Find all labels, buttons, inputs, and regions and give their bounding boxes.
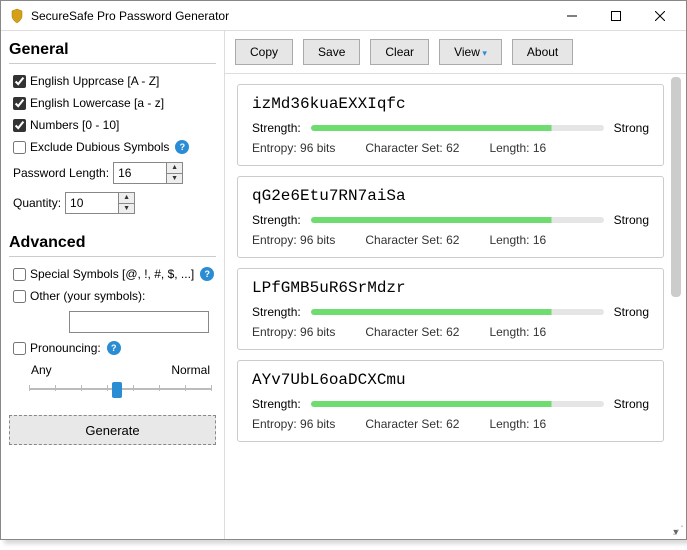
entropy-metric: Entropy: 96 bits	[252, 233, 335, 247]
clear-button[interactable]: Clear	[370, 39, 429, 65]
slider-right-label: Normal	[171, 363, 210, 377]
window-title: SecureSafe Pro Password Generator	[31, 9, 550, 23]
entropy-metric: Entropy: 96 bits	[252, 417, 335, 431]
pronounce-label: Pronouncing:	[30, 341, 101, 355]
length-metric: Length: 16	[489, 233, 546, 247]
other-label: Other (your symbols):	[30, 289, 145, 303]
close-button[interactable]	[638, 2, 682, 30]
password-text[interactable]: LPfGMB5uR6SrMdzr	[252, 279, 649, 297]
options-panel: General English Upprcase [A - Z] English…	[1, 31, 225, 539]
view-button[interactable]: View	[439, 39, 502, 65]
password-card: LPfGMB5uR6SrMdzr Strength: Strong Entropy: …	[237, 268, 664, 350]
pronounce-checkbox[interactable]	[13, 342, 26, 355]
title-bar: SecureSafe Pro Password Generator	[1, 1, 686, 31]
qty-label: Quantity:	[13, 196, 61, 210]
special-checkbox[interactable]	[13, 268, 26, 281]
uppercase-checkbox[interactable]	[13, 75, 26, 88]
maximize-icon	[611, 11, 621, 21]
app-icon	[9, 8, 25, 24]
exclude-label: Exclude Dubious Symbols	[30, 140, 169, 154]
pwlen-up[interactable]: ▲	[167, 163, 182, 174]
scroll-thumb[interactable]	[671, 77, 681, 297]
password-length-field: ▲▼	[113, 162, 183, 184]
help-icon[interactable]: ?	[107, 341, 121, 355]
qty-up[interactable]: ▲	[119, 193, 134, 204]
pronounce-slider-area: Any Normal	[9, 361, 216, 403]
numbers-checkbox[interactable]	[13, 119, 26, 132]
about-button[interactable]: About	[512, 39, 573, 65]
strength-bar	[311, 125, 604, 131]
charset-metric: Character Set: 62	[365, 141, 459, 155]
lowercase-label: English Lowercase [a - z]	[30, 96, 164, 110]
entropy-metric: Entropy: 96 bits	[252, 141, 335, 155]
special-label: Special Symbols [@, !, #, $, ...]	[30, 267, 194, 281]
minimize-icon	[567, 11, 577, 21]
toolbar: Copy Save Clear View About	[225, 31, 686, 74]
strength-label: Strength:	[252, 397, 301, 411]
other-checkbox[interactable]	[13, 290, 26, 303]
results-list: izMd36kuaEXXIqfc Strength: Strong Entropy: …	[225, 74, 686, 539]
strength-bar	[311, 401, 604, 407]
length-metric: Length: 16	[489, 417, 546, 431]
section-general: General	[9, 35, 216, 64]
help-icon[interactable]: ?	[175, 140, 189, 154]
close-icon	[655, 11, 665, 21]
metrics-row: Entropy: 96 bits Character Set: 62 Length:…	[252, 325, 649, 339]
slider-left-label: Any	[31, 363, 52, 377]
strength-label: Strength:	[252, 121, 301, 135]
password-card: AYv7UbL6oaDCXCmu Strength: Strong Entropy: …	[237, 360, 664, 442]
pwlen-spinner: ▲▼	[166, 163, 182, 183]
numbers-label: Numbers [0 - 10]	[30, 118, 119, 132]
uppercase-label: English Upprcase [A - Z]	[30, 74, 159, 88]
pwlen-down[interactable]: ▼	[167, 174, 182, 184]
strength-label: Strength:	[252, 213, 301, 227]
password-card: izMd36kuaEXXIqfc Strength: Strong Entropy: …	[237, 84, 664, 166]
password-text[interactable]: izMd36kuaEXXIqfc	[252, 95, 649, 113]
qty-down[interactable]: ▼	[119, 204, 134, 214]
other-symbols-input[interactable]	[69, 311, 209, 333]
pronounce-slider[interactable]	[29, 379, 212, 399]
password-text[interactable]: AYv7UbL6oaDCXCmu	[252, 371, 649, 389]
charset-metric: Character Set: 62	[365, 417, 459, 431]
quantity-input[interactable]	[66, 193, 118, 213]
entropy-metric: Entropy: 96 bits	[252, 325, 335, 339]
copy-button[interactable]: Copy	[235, 39, 293, 65]
metrics-row: Entropy: 96 bits Character Set: 62 Length:…	[252, 233, 649, 247]
slider-thumb[interactable]	[112, 382, 122, 398]
help-icon[interactable]: ?	[200, 267, 214, 281]
password-card: qG2e6Etu7RN7aiSa Strength: Strong Entropy: …	[237, 176, 664, 258]
main-window: SecureSafe Pro Password Generator Genera…	[0, 0, 687, 540]
strength-value: Strong	[614, 213, 649, 227]
metrics-row: Entropy: 96 bits Character Set: 62 Length:…	[252, 141, 649, 155]
length-metric: Length: 16	[489, 325, 546, 339]
strength-value: Strong	[614, 397, 649, 411]
charset-metric: Character Set: 62	[365, 325, 459, 339]
strength-bar	[311, 309, 604, 315]
quantity-field: ▲▼	[65, 192, 135, 214]
scrollbar[interactable]: ▲ ▼	[668, 75, 684, 539]
pwlen-label: Password Length:	[13, 166, 109, 180]
lowercase-checkbox[interactable]	[13, 97, 26, 110]
exclude-checkbox[interactable]	[13, 141, 26, 154]
strength-value: Strong	[614, 305, 649, 319]
generate-button[interactable]: Generate	[9, 415, 216, 445]
charset-metric: Character Set: 62	[365, 233, 459, 247]
password-text[interactable]: qG2e6Etu7RN7aiSa	[252, 187, 649, 205]
metrics-row: Entropy: 96 bits Character Set: 62 Length:…	[252, 417, 649, 431]
scroll-down-icon[interactable]: ▼	[668, 525, 684, 539]
minimize-button[interactable]	[550, 2, 594, 30]
qty-spinner: ▲▼	[118, 193, 134, 213]
results-panel: Copy Save Clear View About izMd36kuaEXXI…	[225, 31, 686, 539]
save-button[interactable]: Save	[303, 39, 360, 65]
strength-value: Strong	[614, 121, 649, 135]
length-metric: Length: 16	[489, 141, 546, 155]
strength-bar	[311, 217, 604, 223]
section-advanced: Advanced	[9, 228, 216, 257]
password-length-input[interactable]	[114, 163, 166, 183]
strength-label: Strength:	[252, 305, 301, 319]
maximize-button[interactable]	[594, 2, 638, 30]
